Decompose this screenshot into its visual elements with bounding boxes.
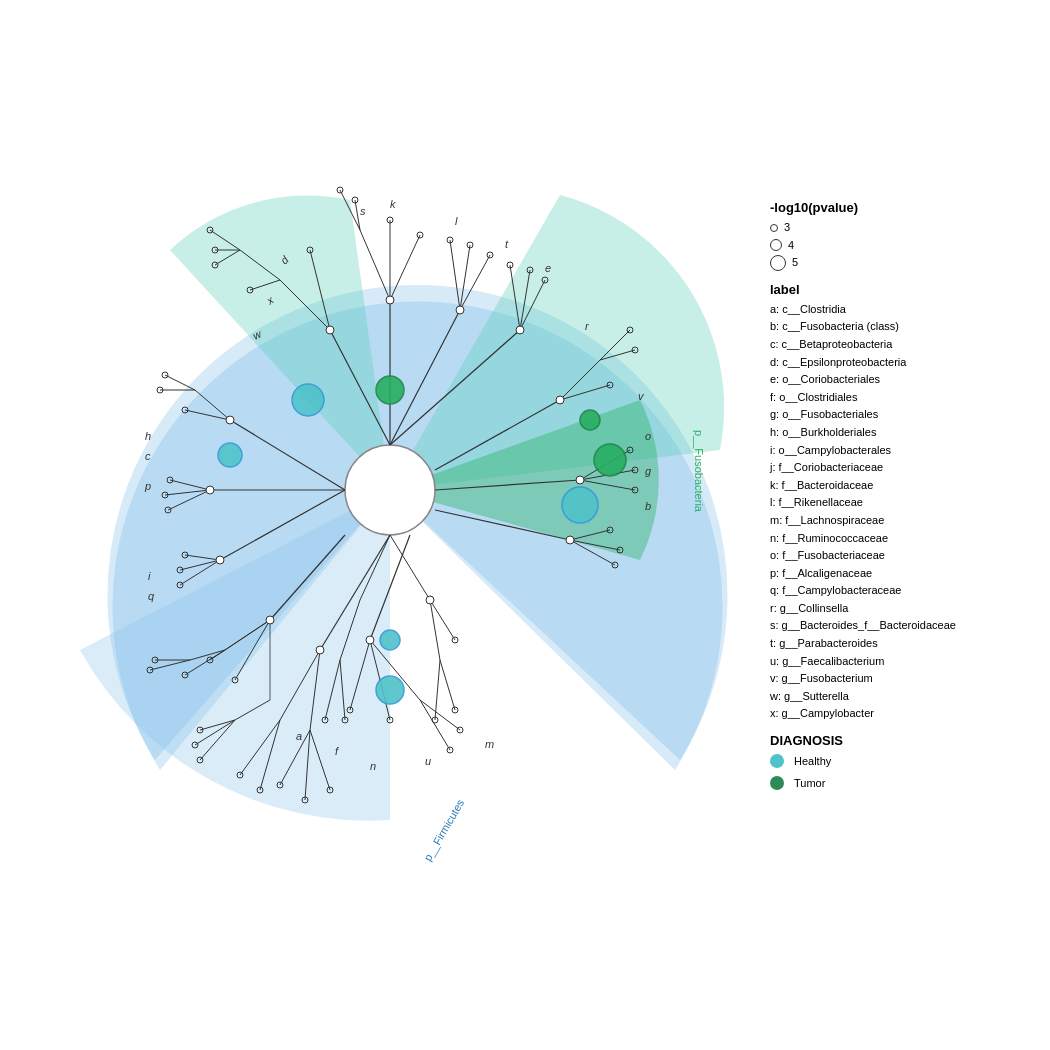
phylogenetic-chart: p__Firmicutes p__Fusobacteria d x w h c … <box>0 0 760 1050</box>
label-h-leg: h: o__Burkholderiales <box>770 424 1040 442</box>
svg-point-151 <box>516 326 524 334</box>
label-g: g <box>645 465 652 477</box>
svg-point-154 <box>566 536 574 544</box>
svg-point-0 <box>345 445 435 535</box>
label-p2: p <box>144 480 151 492</box>
pvalue-circle-4 <box>770 239 782 251</box>
label-p-leg: p: f__Alcaligenaceae <box>770 565 1040 583</box>
label-v-leg: v: g__Fusobacterium <box>770 670 1040 688</box>
label-c: c <box>145 450 151 462</box>
label-r-leg: r: g__Collinsella <box>770 600 1040 618</box>
svg-point-156 <box>316 646 324 654</box>
svg-point-159 <box>216 556 224 564</box>
svg-point-142 <box>380 630 400 650</box>
svg-point-143 <box>376 676 404 704</box>
fusobacteria-label: p__Fusobacteria <box>693 430 705 513</box>
svg-point-140 <box>292 384 324 416</box>
svg-point-146 <box>594 444 626 476</box>
svg-line-88 <box>165 375 195 390</box>
svg-point-148 <box>326 326 334 334</box>
label-t-leg: t: g__Parabacteroides <box>770 635 1040 653</box>
label-d-leg: d: c__Epsilonproteobacteria <box>770 354 1040 372</box>
label-legend: label a: c__Clostridia b: c__Fusobacteri… <box>770 282 1040 723</box>
label-i-leg: i: o__Campylobacterales <box>770 442 1040 460</box>
label-legend-title: label <box>770 282 1040 297</box>
label-w-leg: w: g__Sutterella <box>770 688 1040 706</box>
label-a: a: c__Clostridia <box>770 301 1040 319</box>
firmicutes-label: p__Firmicutes <box>421 797 466 863</box>
svg-line-129 <box>435 660 440 720</box>
label-n: n <box>370 760 376 772</box>
svg-point-141 <box>218 443 242 467</box>
pvalue-label-3: 3 <box>784 219 790 237</box>
diagnosis-legend-title: DIAGNOSIS <box>770 733 1040 748</box>
label-q-leg: q: f__Campylobacteraceae <box>770 582 1040 600</box>
label-s-leg: s: g__Bacteroides_f__Bacteroidaceae <box>770 617 1040 635</box>
label-b2: b <box>645 500 651 512</box>
healthy-label: Healthy <box>794 755 831 767</box>
label-c-leg: c: c__Betaproteobacteria <box>770 336 1040 354</box>
svg-point-157 <box>226 416 234 424</box>
tumor-label: Tumor <box>794 777 825 789</box>
svg-point-144 <box>562 487 598 523</box>
label-o-leg: o: f__Fusobacteriaceae <box>770 547 1040 565</box>
pvalue-item-3: 3 <box>770 219 1040 237</box>
label-m: m <box>485 738 494 750</box>
pvalue-item-4: 4 <box>770 237 1040 255</box>
label-e: e <box>545 262 551 274</box>
pvalue-item-5: 5 <box>770 254 1040 272</box>
label-s: s <box>360 205 366 217</box>
label-u-leg: u: g__Faecalibacterium <box>770 653 1040 671</box>
svg-line-68 <box>420 700 450 750</box>
pvalue-legend-title: -log10(pvalue) <box>770 200 1040 215</box>
svg-point-153 <box>576 476 584 484</box>
svg-point-147 <box>580 410 600 430</box>
svg-point-150 <box>456 306 464 314</box>
svg-point-152 <box>556 396 564 404</box>
pvalue-legend: -log10(pvalue) 3 4 5 <box>770 200 1040 272</box>
svg-point-149 <box>386 296 394 304</box>
label-u: u <box>425 755 431 767</box>
diagnosis-tumor: Tumor <box>770 776 1040 790</box>
tumor-dot <box>770 776 784 790</box>
svg-point-161 <box>426 596 434 604</box>
label-k-leg: k: f__Bacteroidaceae <box>770 477 1040 495</box>
label-f-leg: f: o__Clostridiales <box>770 389 1040 407</box>
label-q: q <box>148 590 155 602</box>
svg-line-69 <box>420 700 460 730</box>
svg-point-155 <box>366 636 374 644</box>
label-t: t <box>505 238 509 250</box>
diagnosis-healthy: Healthy <box>770 754 1040 768</box>
label-e-leg: e: o__Coriobacteriales <box>770 371 1040 389</box>
label-g-leg: g: o__Fusobacteriales <box>770 406 1040 424</box>
label-j-leg: j: f__Coriobacteriaceae <box>770 459 1040 477</box>
pvalue-label-4: 4 <box>788 237 794 255</box>
pvalue-label-5: 5 <box>792 254 798 272</box>
label-o: o <box>645 430 651 442</box>
label-l: l <box>455 215 458 227</box>
main-container: p__Firmicutes p__Fusobacteria d x w h c … <box>0 0 1050 1050</box>
label-l-leg: l: f__Rikenellaceae <box>770 494 1040 512</box>
label-a: a <box>296 730 302 742</box>
svg-line-127 <box>430 600 440 660</box>
diagnosis-legend: DIAGNOSIS Healthy Tumor <box>770 733 1040 790</box>
label-h: h <box>145 430 151 442</box>
label-k: k <box>390 198 396 210</box>
legend-panel: -log10(pvalue) 3 4 5 label a: c__Clostri… <box>770 200 1040 800</box>
pvalue-circle-3 <box>770 224 778 232</box>
label-n-leg: n: f__Ruminococcaceae <box>770 530 1040 548</box>
label-m-leg: m: f__Lachnospiraceae <box>770 512 1040 530</box>
label-b: b: c__Fusobacteria (class) <box>770 318 1040 336</box>
svg-point-158 <box>206 486 214 494</box>
svg-line-130 <box>440 660 455 710</box>
svg-line-126 <box>390 535 430 600</box>
healthy-dot <box>770 754 784 768</box>
label-x-leg: x: g__Campylobacter <box>770 705 1040 723</box>
pvalue-circle-5 <box>770 255 786 271</box>
svg-point-145 <box>376 376 404 404</box>
svg-point-160 <box>266 616 274 624</box>
